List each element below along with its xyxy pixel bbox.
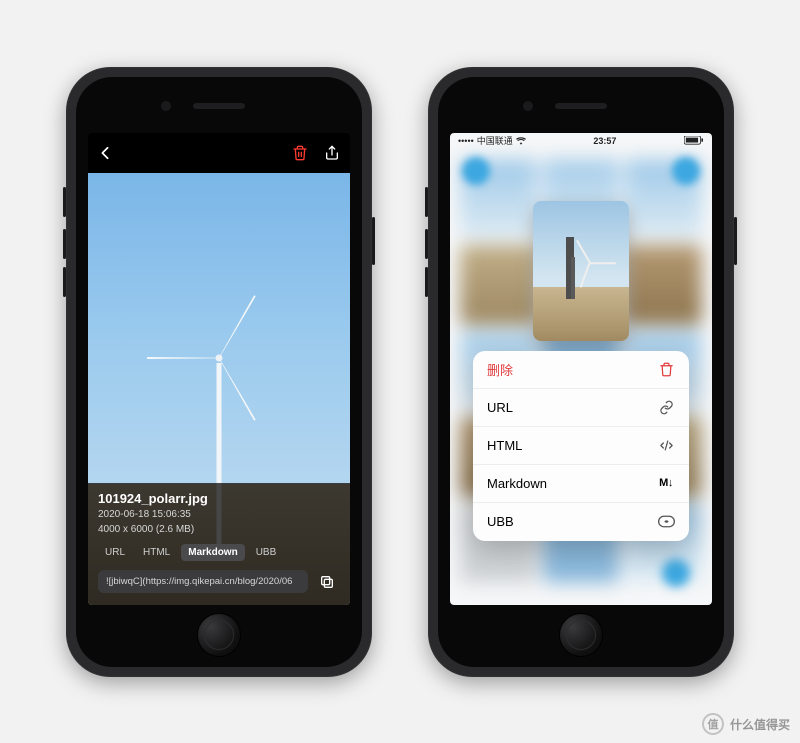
trash-icon[interactable] <box>292 145 308 161</box>
tab-ubb[interactable]: UBB <box>249 544 284 561</box>
menu-delete[interactable]: 删除 <box>473 351 689 389</box>
phone-left: 101924_polarr.jpg 2020-06-18 15:06:35 40… <box>66 67 372 677</box>
menu-markdown-label: Markdown <box>487 476 547 491</box>
markdown-icon: M↓ <box>657 477 675 489</box>
trash-icon <box>657 362 675 377</box>
share-icon[interactable] <box>324 145 340 161</box>
watermark-badge: 值 <box>702 713 724 735</box>
watermark-text: 什么值得买 <box>730 716 790 733</box>
image-preview[interactable]: 101924_polarr.jpg 2020-06-18 15:06:35 40… <box>88 173 350 605</box>
screen-left: 101924_polarr.jpg 2020-06-18 15:06:35 40… <box>88 133 350 605</box>
back-icon[interactable] <box>98 146 112 160</box>
menu-html-label: HTML <box>487 438 522 453</box>
info-panel: 101924_polarr.jpg 2020-06-18 15:06:35 40… <box>88 483 350 605</box>
link-box-icon <box>657 515 675 528</box>
link-output[interactable]: ![jbiwqC](https://img.qikepai.cn/blog/20… <box>98 570 308 593</box>
menu-ubb-label: UBB <box>487 514 514 529</box>
menu-delete-label: 删除 <box>487 360 513 379</box>
copy-icon[interactable] <box>314 569 340 595</box>
fab-button[interactable] <box>662 559 690 587</box>
screen-right: ••••• 中国联通 23:57 <box>450 133 712 605</box>
context-menu: 删除 URL HTML <box>473 351 689 541</box>
phone-right: ••••• 中国联通 23:57 <box>428 67 734 677</box>
watermark: 值 什么值得买 <box>702 713 790 735</box>
nav-button-left[interactable] <box>462 157 490 185</box>
menu-markdown[interactable]: Markdown M↓ <box>473 465 689 503</box>
upload-time: 2020-06-18 15:06:35 <box>98 508 340 521</box>
navbar <box>88 133 350 173</box>
menu-url[interactable]: URL <box>473 389 689 427</box>
menu-url-label: URL <box>487 400 513 415</box>
code-icon <box>657 438 675 453</box>
home-button[interactable] <box>197 613 241 657</box>
nav-button-right[interactable] <box>672 157 700 185</box>
menu-html[interactable]: HTML <box>473 427 689 465</box>
filename: 101924_polarr.jpg <box>98 491 340 506</box>
dimensions: 4000 x 6000 (2.6 MB) <box>98 523 340 536</box>
tab-markdown[interactable]: Markdown <box>181 544 244 561</box>
tab-url[interactable]: URL <box>98 544 132 561</box>
link-icon <box>657 400 675 415</box>
preview-thumbnail[interactable] <box>533 201 629 341</box>
home-button[interactable] <box>559 613 603 657</box>
menu-ubb[interactable]: UBB <box>473 503 689 541</box>
format-tabs: URL HTML Markdown UBB <box>98 544 340 561</box>
tab-html[interactable]: HTML <box>136 544 177 561</box>
